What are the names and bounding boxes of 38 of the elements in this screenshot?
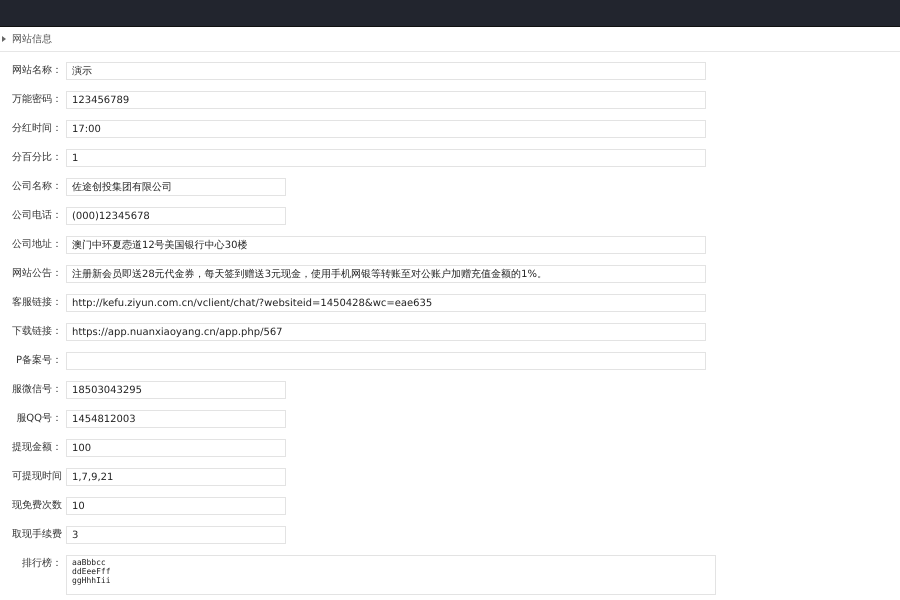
input-field[interactable]: 100 bbox=[66, 439, 286, 457]
field-label: 公司电话： bbox=[11, 208, 62, 223]
input-field[interactable]: 1454812003 bbox=[66, 410, 286, 428]
input-field[interactable]: 佐途创投集团有限公司 bbox=[66, 178, 286, 196]
field-label: 可提现时间 bbox=[11, 470, 62, 484]
text-area[interactable]: aaBbbcc ddEeeFff ggHhhIii bbox=[66, 555, 716, 595]
field-label: 提现金额： bbox=[11, 440, 62, 455]
input-field[interactable]: http://kefu.ziyun.com.cn/vclient/chat/?websiteid=1450428&wc=eae635 bbox=[66, 294, 706, 312]
field-label: 下载链接： bbox=[11, 324, 62, 339]
input-field[interactable] bbox=[66, 352, 706, 370]
field-label: 客服链接： bbox=[11, 296, 62, 310]
field-label: 分红时间： bbox=[11, 122, 62, 136]
input-field[interactable]: 3 bbox=[66, 526, 286, 544]
field-label: 现免费次数 bbox=[11, 498, 62, 513]
input-field[interactable]: 1,7,9,21 bbox=[66, 468, 286, 486]
field-label: 服QQ号： bbox=[15, 412, 62, 426]
input-field[interactable]: 演示 bbox=[66, 62, 706, 80]
triangle-icon bbox=[2, 36, 6, 42]
field-label: 网站公告： bbox=[11, 266, 62, 281]
field-label: 服微信号： bbox=[11, 383, 62, 397]
input-field[interactable]: 澳门中环夏悫道12号美国银行中心30楼 bbox=[66, 236, 706, 254]
input-field[interactable]: 1 bbox=[66, 149, 706, 167]
field-label: 排行榜： bbox=[21, 556, 62, 571]
input-field[interactable]: 123456789 bbox=[66, 91, 706, 109]
input-field[interactable]: 10 bbox=[66, 497, 286, 515]
field-label: 公司地址： bbox=[11, 238, 62, 252]
field-label: 公司名称： bbox=[11, 180, 62, 194]
field-label: 取现手续费 bbox=[11, 528, 62, 542]
field-label: 网站名称： bbox=[11, 64, 62, 78]
input-field[interactable]: 注册新会员即送28元代金券，每天签到赠送3元现金，使用手机网银等转账至对公账户加赠充值金额的1%。 bbox=[66, 265, 706, 283]
field-label: 分百分比： bbox=[11, 150, 62, 165]
field-label: 万能密码： bbox=[11, 92, 62, 107]
input-field[interactable]: 18503043295 bbox=[66, 381, 286, 399]
input-field[interactable]: https://app.nuanxiaoyang.cn/app.php/567 bbox=[66, 323, 706, 341]
section-title: 网站信息 bbox=[12, 32, 52, 46]
input-field[interactable]: 17:00 bbox=[66, 120, 706, 138]
input-field[interactable]: (000)12345678 bbox=[66, 207, 286, 225]
field-label: P备案号： bbox=[14, 354, 62, 368]
